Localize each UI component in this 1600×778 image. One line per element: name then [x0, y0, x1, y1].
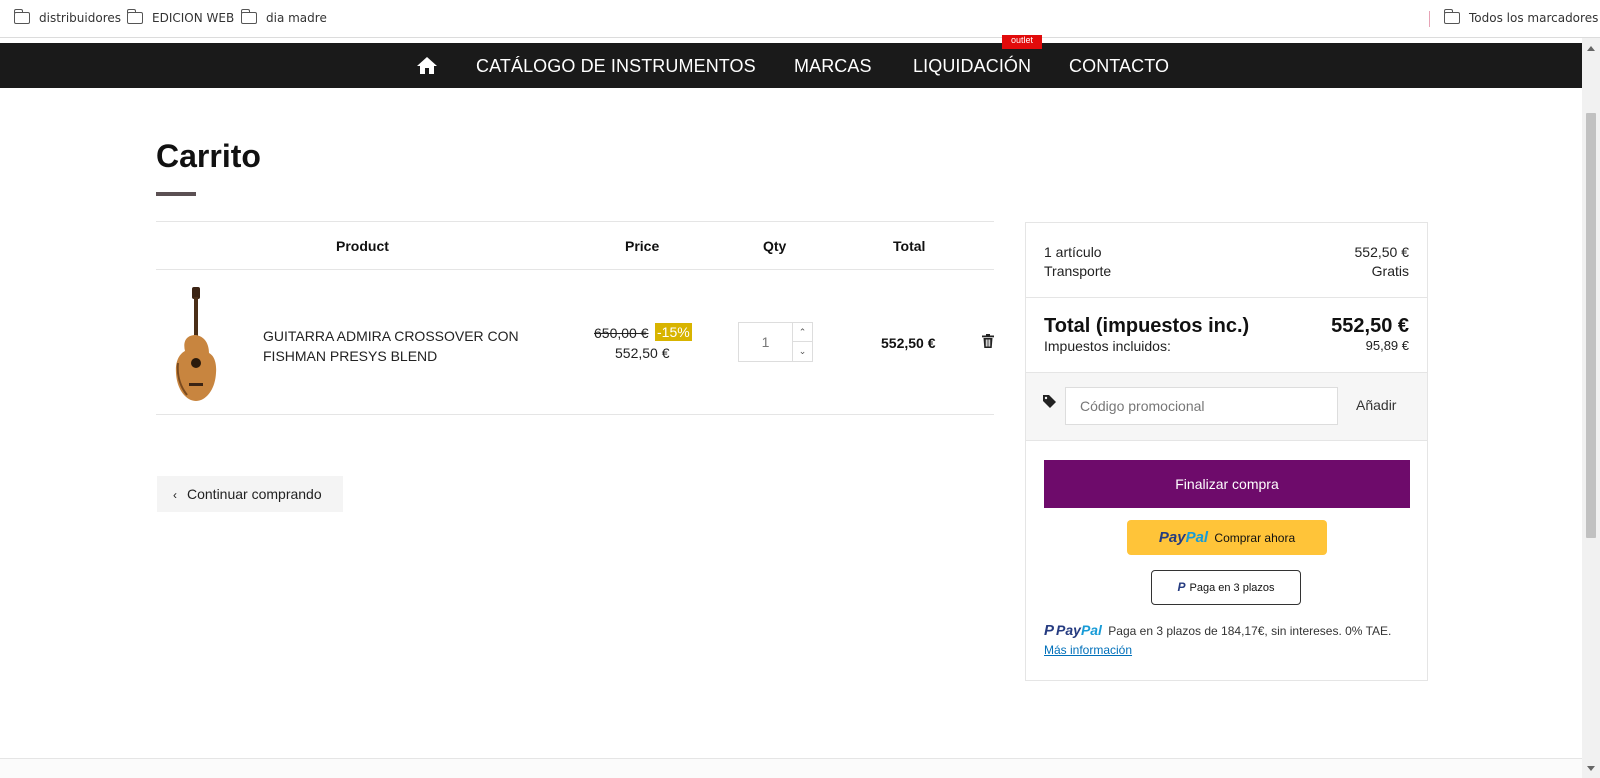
folder-icon	[240, 9, 257, 24]
home-icon[interactable]	[416, 56, 438, 75]
total-label: Total (impuestos inc.)	[1044, 315, 1250, 337]
header-price: Price	[625, 238, 660, 254]
bookmark-edicion-web[interactable]: EDICION WEB	[126, 9, 235, 25]
product-name[interactable]: GUITARRA ADMIRA CROSSOVER CON FISHMAN PR…	[263, 326, 553, 366]
shipping-value: Gratis	[1371, 263, 1409, 279]
paypal-logo: PayPal	[1056, 622, 1102, 638]
nav-contacto[interactable]: CONTACTO	[1069, 56, 1169, 77]
line-total: 552,50 €	[881, 335, 936, 351]
tax-value: 95,89 €	[1365, 338, 1409, 353]
bookmarks-separator	[1429, 11, 1430, 27]
product-image-guitar[interactable]	[173, 287, 219, 403]
summary-divider	[1026, 297, 1427, 298]
header-qty: Qty	[763, 238, 787, 254]
footer	[0, 759, 1582, 778]
cart-summary: 1 artículo 552,50 € Transporte Gratis To…	[1025, 222, 1428, 681]
promo-code-section: Añadir	[1026, 373, 1427, 441]
bookmarks-bar: distribuidores EDICION WEB dia madre Tod…	[0, 0, 1600, 38]
nav-liquidacion[interactable]: LIQUIDACIÓN	[913, 56, 1031, 77]
scroll-up-arrow-icon[interactable]	[1587, 46, 1595, 51]
paypal-p-icon: P	[1177, 580, 1186, 594]
tax-label: Impuestos incluidos:	[1044, 338, 1171, 354]
quantity-stepper: ⌃ ⌄	[738, 322, 813, 362]
outlet-badge: outlet	[1002, 35, 1042, 49]
discount-badge: -15%	[655, 323, 692, 341]
tag-icon	[1043, 395, 1056, 408]
chevron-left-icon: ‹	[173, 488, 177, 502]
installments-label: Paga en 3 plazos	[1189, 582, 1275, 594]
cart-item-row: GUITARRA ADMIRA CROSSOVER CON FISHMAN PR…	[156, 269, 994, 415]
page-scrollbar[interactable]	[1582, 38, 1600, 778]
installments-text: Paga en 3 plazos de 184,17€, sin interes…	[1108, 624, 1392, 638]
bookmark-label: distribuidores	[39, 11, 121, 25]
quantity-input[interactable]	[739, 323, 792, 361]
bookmark-distribuidores[interactable]: distribuidores	[13, 9, 121, 25]
cart-table-header: Product Price Qty Total	[156, 221, 994, 270]
paypal-logo: PayPal	[1158, 529, 1209, 546]
chevron-up-icon[interactable]: ⌃	[792, 323, 812, 342]
main-nav: CATÁLOGO DE INSTRUMENTOS MARCAS LIQUIDAC…	[0, 43, 1582, 88]
title-underline	[156, 192, 196, 196]
continue-shopping-label: Continuar comprando	[187, 486, 322, 502]
paypal-buy-label: Comprar ahora	[1214, 531, 1296, 545]
paypal-buy-now-button[interactable]: PayPal Comprar ahora	[1127, 520, 1327, 555]
header-product: Product	[336, 238, 389, 254]
folder-icon	[13, 9, 30, 24]
nav-catalogo[interactable]: CATÁLOGO DE INSTRUMENTOS	[476, 56, 756, 77]
all-bookmarks-button[interactable]: Todos los marcadores	[1443, 9, 1599, 25]
nav-marcas[interactable]: MARCAS	[794, 56, 872, 77]
paypal-installments-button[interactable]: P Paga en 3 plazos	[1151, 570, 1301, 605]
items-count-label: 1 artículo	[1044, 244, 1102, 260]
bookmark-dia-madre[interactable]: dia madre	[240, 9, 327, 25]
folder-icon	[1443, 9, 1460, 24]
paypal-p-icon: P	[1044, 622, 1055, 639]
folder-icon	[126, 9, 143, 24]
more-info-link[interactable]: Más información	[1044, 643, 1132, 657]
paypal-installments-message: P PayPal Paga en 3 plazos de 184,17€, sin…	[1044, 621, 1414, 660]
trash-icon[interactable]	[982, 334, 994, 348]
page-title: Carrito	[156, 138, 261, 174]
unit-price: 552,50 €	[615, 345, 670, 361]
promo-code-input[interactable]	[1065, 387, 1338, 425]
scroll-down-arrow-icon[interactable]	[1587, 766, 1595, 771]
shipping-label: Transporte	[1044, 263, 1112, 279]
items-subtotal: 552,50 €	[1354, 244, 1410, 260]
total-value: 552,50 €	[1331, 315, 1409, 337]
bookmark-label: EDICION WEB	[152, 11, 235, 25]
scroll-thumb[interactable]	[1586, 113, 1596, 538]
checkout-button[interactable]: Finalizar compra	[1044, 460, 1410, 508]
continue-shopping-button[interactable]: ‹ Continuar comprando	[157, 476, 343, 512]
header-total: Total	[893, 238, 926, 254]
all-bookmarks-label: Todos los marcadores	[1469, 11, 1599, 25]
bookmark-label: dia madre	[266, 11, 327, 25]
old-price: 650,00 €	[594, 325, 649, 341]
chevron-down-icon[interactable]: ⌄	[792, 342, 812, 361]
promo-add-button[interactable]: Añadir	[1356, 397, 1396, 413]
